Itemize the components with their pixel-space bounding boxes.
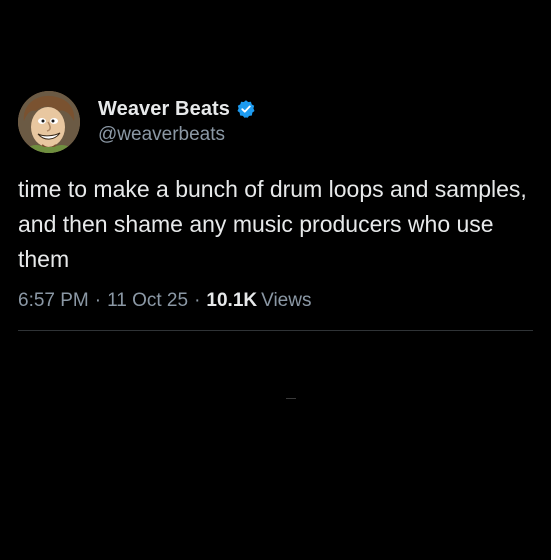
avatar[interactable] — [18, 91, 80, 153]
tweet-metadata: 6:57 PM · 11 Oct 25 · 10.1K Views — [18, 290, 533, 312]
post-date[interactable]: 11 Oct 25 — [107, 290, 188, 312]
author-names: Weaver Beats @weaverbeats — [98, 96, 256, 146]
display-name-row: Weaver Beats — [98, 96, 256, 122]
divider — [18, 330, 533, 331]
verified-badge-icon[interactable] — [236, 99, 256, 119]
views-label: Views — [261, 290, 312, 311]
meta-separator: · — [94, 290, 102, 311]
meta-separator: · — [194, 290, 201, 311]
tweet-header: Weaver Beats @weaverbeats — [18, 90, 533, 154]
tweet-text: time to make a bunch of drum loops and s… — [18, 176, 527, 272]
display-name[interactable]: Weaver Beats — [98, 98, 230, 121]
author-handle[interactable]: @weaverbeats — [98, 124, 256, 146]
decorative-speck — [286, 398, 296, 399]
avatar-image — [18, 91, 80, 153]
post-time[interactable]: 6:57 PM — [18, 290, 89, 312]
views-count[interactable]: 10.1K — [206, 290, 257, 312]
tweet: Weaver Beats @weaverbeats time to make a… — [18, 90, 533, 312]
